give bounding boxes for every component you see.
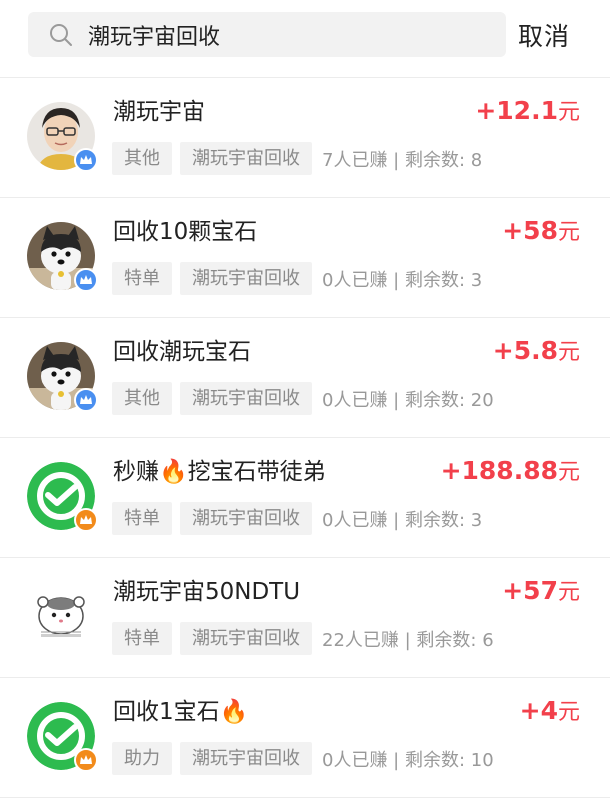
item-title: 潮玩宇宙 (113, 99, 205, 125)
item-reward: +58元 (502, 216, 580, 245)
item-title: 回收潮玩宝石 (113, 339, 251, 365)
item-title: 潮玩宇宙50NDTU (113, 579, 301, 605)
search-icon (48, 22, 74, 48)
category-tag: 特单 (112, 502, 172, 535)
item-reward: +12.1元 (475, 96, 580, 125)
item-reward: +4元 (519, 696, 580, 725)
item-meta: 特单 潮玩宇宙回收 0人已赚 | 剩余数: 3 (112, 502, 482, 535)
item-title: 回收1宝石🔥 (113, 699, 249, 725)
list-item[interactable]: 回收10颗宝石 +58元 特单 潮玩宇宙回收 0人已赚 | 剩余数: 3 (0, 198, 610, 318)
source-tag: 潮玩宇宙回收 (180, 382, 312, 415)
crown-icon (74, 748, 98, 772)
crown-icon (74, 388, 98, 412)
item-stats: 0人已赚 | 剩余数: 20 (322, 389, 494, 411)
list-item[interactable]: 潮玩宇宙 +12.1元 其他 潮玩宇宙回收 7人已赚 | 剩余数: 8 (0, 78, 610, 198)
cartoon-hamster-avatar-icon (27, 582, 95, 650)
crown-icon (74, 508, 98, 532)
search-query[interactable]: 潮玩宇宙回收 (88, 19, 220, 51)
item-stats: 0人已赚 | 剩余数: 3 (322, 509, 483, 531)
category-tag: 其他 (112, 382, 172, 415)
item-stats: 0人已赚 | 剩余数: 10 (322, 749, 494, 771)
avatar (27, 702, 98, 772)
item-meta: 其他 潮玩宇宙回收 0人已赚 | 剩余数: 20 (112, 382, 494, 415)
cancel-button[interactable]: 取消 (518, 17, 570, 53)
avatar (27, 102, 98, 172)
avatar (27, 342, 98, 412)
source-tag: 潮玩宇宙回收 (180, 502, 312, 535)
item-reward: +57元 (502, 576, 580, 605)
item-title: 秒赚🔥挖宝石带徒弟 (113, 459, 326, 485)
item-meta: 特单 潮玩宇宙回收 22人已赚 | 剩余数: 6 (112, 622, 494, 655)
source-tag: 潮玩宇宙回收 (180, 262, 312, 295)
source-tag: 潮玩宇宙回收 (180, 622, 312, 655)
item-reward: +5.8元 (492, 336, 580, 365)
item-meta: 特单 潮玩宇宙回收 0人已赚 | 剩余数: 3 (112, 262, 482, 295)
category-tag: 特单 (112, 262, 172, 295)
item-meta: 其他 潮玩宇宙回收 7人已赚 | 剩余数: 8 (112, 142, 482, 175)
search-header: 潮玩宇宙回收 取消 (0, 0, 610, 78)
avatar (27, 222, 98, 292)
avatar (27, 582, 95, 650)
crown-icon (74, 148, 98, 172)
search-input[interactable]: 潮玩宇宙回收 (28, 12, 506, 57)
category-tag: 助力 (112, 742, 172, 775)
category-tag: 其他 (112, 142, 172, 175)
item-stats: 7人已赚 | 剩余数: 8 (322, 149, 483, 171)
avatar (27, 462, 98, 532)
list-item[interactable]: 潮玩宇宙50NDTU +57元 特单 潮玩宇宙回收 22人已赚 | 剩余数: 6 (0, 558, 610, 678)
list-item[interactable]: 回收1宝石🔥 +4元 助力 潮玩宇宙回收 0人已赚 | 剩余数: 10 (0, 678, 610, 798)
list-item[interactable]: 秒赚🔥挖宝石带徒弟 +188.88元 特单 潮玩宇宙回收 0人已赚 | 剩余数:… (0, 438, 610, 558)
source-tag: 潮玩宇宙回收 (180, 742, 312, 775)
item-reward: +188.88元 (440, 456, 580, 485)
category-tag: 特单 (112, 622, 172, 655)
item-title: 回收10颗宝石 (113, 219, 258, 245)
list-item[interactable]: 回收潮玩宝石 +5.8元 其他 潮玩宇宙回收 0人已赚 | 剩余数: 20 (0, 318, 610, 438)
item-stats: 0人已赚 | 剩余数: 3 (322, 269, 483, 291)
item-meta: 助力 潮玩宇宙回收 0人已赚 | 剩余数: 10 (112, 742, 494, 775)
crown-icon (74, 268, 98, 292)
source-tag: 潮玩宇宙回收 (180, 142, 312, 175)
item-stats: 22人已赚 | 剩余数: 6 (322, 629, 494, 651)
task-list: 潮玩宇宙 +12.1元 其他 潮玩宇宙回收 7人已赚 | 剩余数: 8 回收10… (0, 78, 610, 798)
